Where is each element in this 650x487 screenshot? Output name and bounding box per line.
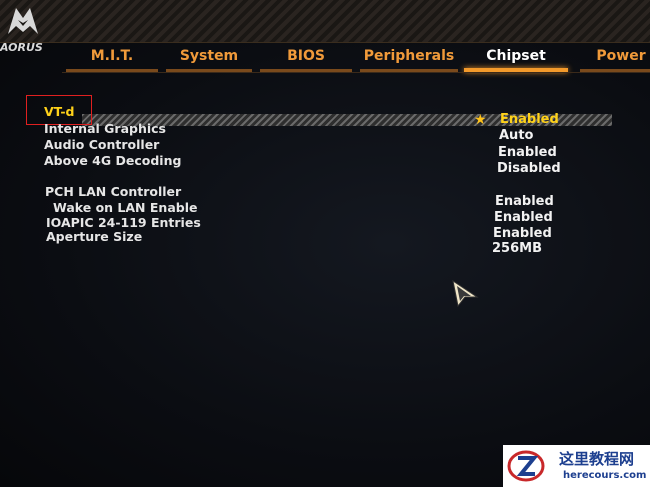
setting-above-4g-decoding[interactable]: Above 4G Decoding Disabled xyxy=(0,153,650,176)
tab-bar: M.I.T. System BIOS Peripherals Chipset P… xyxy=(62,40,650,76)
setting-label: IOAPIC 24-119 Entries xyxy=(46,215,201,230)
tab-peripherals[interactable]: Peripherals xyxy=(360,44,458,74)
watermark-logo-icon xyxy=(507,450,545,482)
aorus-logo: AORUS xyxy=(0,0,58,62)
mouse-cursor-icon xyxy=(452,279,479,308)
tab-label: Chipset xyxy=(486,48,546,64)
tab-bios[interactable]: BIOS xyxy=(260,44,352,74)
tab-label: M.I.T. xyxy=(90,48,134,64)
tab-mit[interactable]: M.I.T. xyxy=(66,44,158,74)
setting-value: 256MB xyxy=(492,241,542,256)
setting-label: Internal Graphics xyxy=(44,121,166,136)
setting-value: Disabled xyxy=(497,161,561,176)
watermark: 这里教程网 herecours.com xyxy=(503,445,650,487)
watermark-title: 这里教程网 xyxy=(559,450,635,468)
setting-aperture-size[interactable]: Aperture Size 256MB xyxy=(0,229,650,256)
setting-label: PCH LAN Controller xyxy=(45,184,182,199)
setting-label: VT-d xyxy=(44,104,75,119)
logo-text: AORUS xyxy=(0,41,43,54)
tab-power[interactable]: Power xyxy=(580,44,650,74)
setting-label: Wake on LAN Enable xyxy=(53,200,198,215)
tab-label: System xyxy=(179,48,239,64)
tab-chipset[interactable]: Chipset xyxy=(464,44,568,74)
setting-pch-lan-controller[interactable]: PCH LAN Controller Enabled xyxy=(0,184,650,209)
setting-label: Audio Controller xyxy=(44,137,160,152)
tab-label: Power xyxy=(596,48,646,64)
eagle-icon xyxy=(8,8,38,34)
setting-label: Aperture Size xyxy=(46,229,143,244)
tab-label: BIOS xyxy=(287,48,325,64)
bios-header xyxy=(0,0,650,43)
setting-label: Above 4G Decoding xyxy=(44,153,182,168)
setting-internal-graphics[interactable]: Internal Graphics Auto xyxy=(0,121,650,143)
watermark-url: herecours.com xyxy=(563,470,647,481)
setting-vt-d[interactable]: VT-d Enabled xyxy=(0,104,650,127)
setting-audio-controller[interactable]: Audio Controller Enabled xyxy=(0,137,650,160)
setting-wake-on-lan[interactable]: Wake on LAN Enable Enabled xyxy=(0,200,650,225)
tab-label: Peripherals xyxy=(363,48,455,64)
tab-divider xyxy=(62,72,650,73)
tab-system[interactable]: System xyxy=(166,44,252,74)
